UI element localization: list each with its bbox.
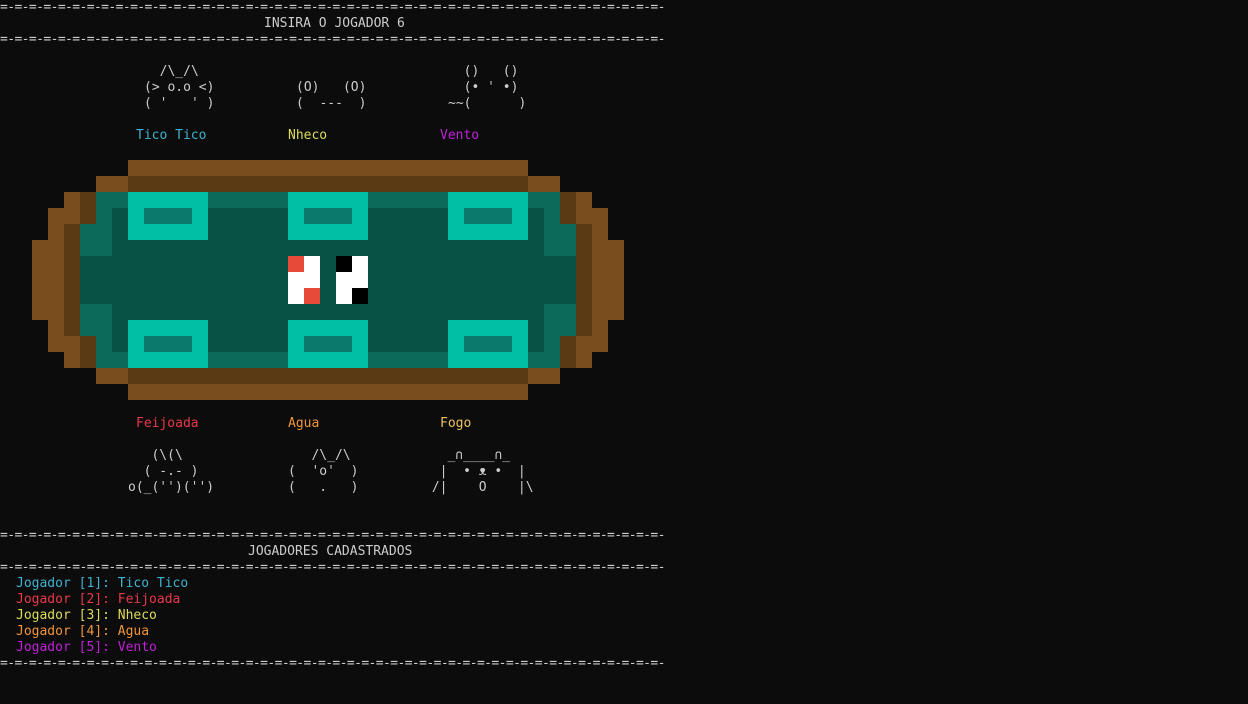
player-name-label: Vento [440,128,480,143]
ascii-art-line: /\_/\ [288,448,351,463]
ascii-art-line: ( . ) [288,480,359,495]
ascii-art-line: _∩____∩_ [424,448,511,463]
player-name-label: Feijoada [136,416,199,431]
ascii-art-line: ( -.- ) [128,464,199,479]
bottom-rule: =-=-=-=-=-=-=-=-=-=-=-=-=-=-=-=-=-=-=-=-… [0,656,664,671]
page-title: INSIRA O JOGADOR 6 [264,16,405,31]
list-item: Jogador [4]: Agua [16,624,150,639]
player-name-label: Nheco [288,128,328,143]
seat-slot [128,320,208,368]
list-item: Jogador [5]: Vento [16,640,157,655]
player-name-label: Agua [288,416,320,431]
ascii-art-line: (• ' •) [448,80,519,95]
ascii-art-line: (> o.o <) [144,80,215,95]
top-rule: =-=-=-=-=-=-=-=-=-=-=-=-=-=-=-=-=-=-=-=-… [0,0,664,15]
game-table [32,160,624,400]
ascii-art-line: (O) (O) [296,80,367,95]
seat-slot [288,320,368,368]
list-item: Jogador [1]: Tico Tico [16,576,189,591]
table-felt [80,256,96,304]
die-face-2-black-icon [336,256,368,304]
ascii-art-line: | • ᴥ • | [424,464,526,479]
header-bottom-rule: =-=-=-=-=-=-=-=-=-=-=-=-=-=-=-=-=-=-=-=-… [0,32,664,47]
ascii-art-line: /\_/\ [144,64,199,79]
table-felt [560,256,576,304]
ascii-art-line: ( ' ' ) [144,96,215,111]
ascii-art-line: ( --- ) [296,96,367,111]
ascii-art-line: (\(\ [128,448,183,463]
list-item: Jogador [3]: Nheco [16,608,157,623]
section-rule: =-=-=-=-=-=-=-=-=-=-=-=-=-=-=-=-=-=-=-=-… [0,560,664,575]
list-item: Jogador [2]: Feijoada [16,592,181,607]
ascii-art-line: ~~( ) [448,96,527,111]
seat-slot [128,192,208,240]
ascii-art-line: () () [448,64,519,79]
registered-title: JOGADORES CADASTRADOS [248,544,413,559]
seat-slot [448,320,528,368]
seat-slot [288,192,368,240]
section-rule: =-=-=-=-=-=-=-=-=-=-=-=-=-=-=-=-=-=-=-=-… [0,528,664,543]
die-face-2-red-icon [288,256,320,304]
player-name-label: Tico Tico [136,128,207,143]
ascii-art-line: o(_('')('') [128,480,215,495]
ascii-art-line: ( 'o' ) [288,464,359,479]
ascii-art-line: /| O |\ [424,480,534,495]
table-felt [96,256,560,304]
seat-slot [448,192,528,240]
player-name-label: Fogo [440,416,472,431]
